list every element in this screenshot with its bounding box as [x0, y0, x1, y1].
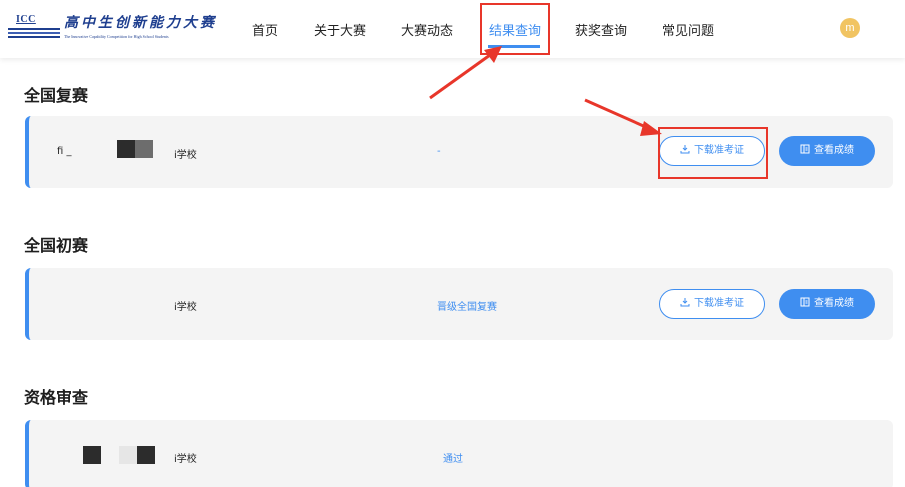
logo-abbr: ICC [16, 14, 36, 25]
result-card-qualification-review: i学校 通过 [25, 420, 893, 487]
page: ICC 高中生创新能力大赛 The Innovative Capability … [0, 0, 905, 487]
redacted-block [117, 140, 135, 158]
result-status: - [437, 146, 441, 157]
top-header: ICC 高中生创新能力大赛 The Innovative Capability … [0, 0, 905, 58]
school-name: i学校 [174, 150, 197, 161]
section-title-qualification-review: 资格审查 [24, 388, 89, 407]
section-title-national-preliminary: 全国初赛 [24, 236, 89, 255]
annotation-arrows [429, 46, 662, 136]
user-avatar[interactable]: m [840, 18, 860, 38]
score-label: 查看成绩 [814, 298, 854, 309]
school-name: i学校 [174, 454, 197, 465]
logo-subtitle: The Innovative Capability Competition fo… [64, 34, 169, 39]
annotation-box-results-tab [480, 3, 550, 55]
redacted-block [83, 446, 101, 464]
result-status: 通过 [443, 454, 463, 465]
view-score-button[interactable]: 查看成绩 [779, 289, 875, 319]
redacted-block [137, 446, 155, 464]
view-score-button[interactable]: 查看成绩 [779, 136, 875, 166]
redacted-block [135, 140, 153, 158]
download-label: 下载准考证 [694, 298, 744, 309]
logo-title: 高中生创新能力大赛 [64, 15, 217, 31]
annotation-box-download-button [658, 127, 768, 179]
logo-mark-icon: ICC [8, 12, 64, 46]
score-label: 查看成绩 [814, 145, 854, 156]
score-report-icon [800, 144, 810, 154]
result-card-national-preliminary: i学校 晋级全国复赛 下载准考证 查看成绩 [25, 268, 893, 340]
score-report-icon [800, 297, 810, 307]
nav-item-faq[interactable]: 常见问题 [662, 20, 714, 39]
nav-item-about[interactable]: 关于大赛 [314, 20, 366, 39]
school-name: i学校 [174, 302, 197, 313]
nav-item-awards[interactable]: 获奖查询 [575, 20, 627, 39]
result-status: 晋级全国复赛 [437, 302, 497, 313]
site-logo[interactable]: ICC 高中生创新能力大赛 The Innovative Capability … [8, 12, 214, 46]
section-title-national-final: 全国复赛 [24, 86, 89, 105]
nav-item-news[interactable]: 大赛动态 [401, 20, 453, 39]
nav-item-home[interactable]: 首页 [252, 20, 278, 39]
redacted-block [119, 446, 137, 464]
download-icon [680, 298, 690, 307]
download-admission-ticket-button[interactable]: 下载准考证 [659, 289, 765, 319]
student-name: fi _ [57, 146, 72, 157]
